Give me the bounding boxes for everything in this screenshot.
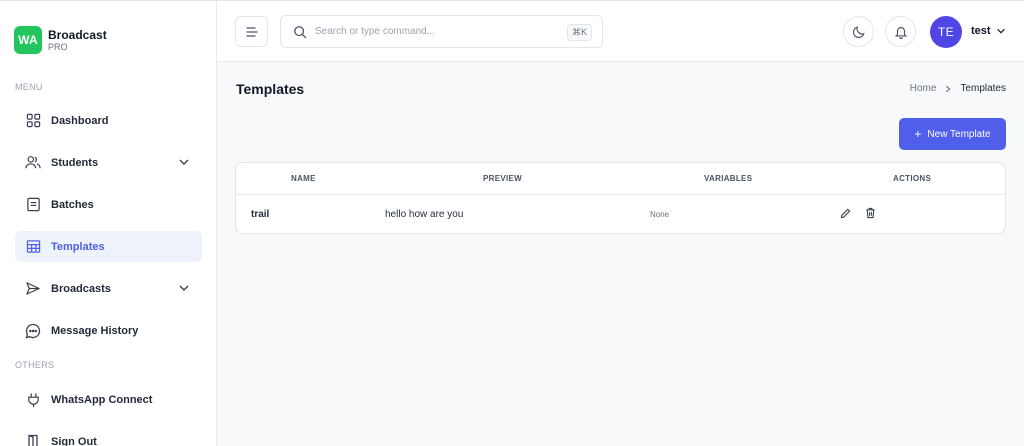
others-section-label: OTHERS (15, 360, 55, 370)
edit-icon[interactable] (839, 207, 851, 219)
search-box[interactable]: ⌘K (280, 15, 603, 48)
theme-toggle-button[interactable] (843, 16, 874, 47)
new-template-button[interactable]: + New Template (899, 118, 1006, 150)
grid-icon (25, 113, 41, 129)
trash-icon[interactable] (864, 207, 876, 219)
plus-icon: + (914, 127, 922, 141)
notifications-button[interactable] (885, 16, 916, 47)
brand-name: Broadcast (48, 27, 107, 42)
users-icon (25, 155, 41, 171)
column-header-preview: PREVIEW (483, 174, 522, 183)
sidebar-item-label: Dashboard (51, 114, 109, 127)
sidebar-item-dashboard[interactable]: Dashboard (15, 105, 202, 136)
search-shortcut-badge: ⌘K (566, 24, 592, 41)
sidebar-item-label: Sign Out (51, 435, 97, 446)
sidebar-item-label: Broadcasts (51, 282, 111, 295)
column-header-variables: VARIABLES (704, 174, 753, 183)
brand[interactable]: WA Broadcast PRO (14, 26, 107, 54)
templates-table: NAME PREVIEW VARIABLES ACTIONS trail hel… (235, 162, 1006, 234)
plug-icon (25, 392, 41, 408)
brand-subtitle: PRO (48, 41, 68, 52)
sidebar-item-label: Templates (51, 240, 105, 253)
chevron-right-icon (944, 85, 952, 93)
chat-bubble-icon (25, 323, 41, 339)
search-input[interactable] (315, 26, 545, 37)
page-title: Templates (236, 81, 305, 97)
breadcrumb-current: Templates (960, 83, 1006, 94)
sidebar-toggle-button[interactable] (235, 16, 268, 47)
sidebar-item-sign-out[interactable]: Sign Out (15, 426, 202, 446)
sidebar-item-label: Batches (51, 198, 94, 211)
sidebar-item-label: Students (51, 156, 99, 169)
menu-section-label: MENU (15, 82, 43, 92)
chevron-down-icon (179, 159, 189, 165)
sidebar-item-message-history[interactable]: Message History (15, 315, 202, 346)
send-icon (25, 281, 41, 297)
breadcrumb-home[interactable]: Home (910, 83, 937, 94)
table-icon (25, 239, 41, 255)
sidebar-item-templates[interactable]: Templates (15, 231, 202, 262)
topbar: ⌘K TE test (217, 0, 1024, 62)
document-icon (25, 197, 41, 213)
user-menu[interactable]: test (971, 25, 1006, 37)
sidebar-item-whatsapp-connect[interactable]: WhatsApp Connect (15, 384, 202, 415)
brand-logo: WA (14, 26, 42, 54)
search-icon (294, 25, 307, 38)
column-header-actions: ACTIONS (893, 174, 932, 183)
column-header-name: NAME (291, 174, 316, 183)
sidebar-item-label: Message History (51, 324, 139, 337)
sidebar: WA Broadcast PRO MENU Dashboard Students… (0, 0, 217, 446)
bell-icon (894, 26, 907, 39)
chevron-down-icon (179, 285, 189, 291)
menu-icon (245, 26, 258, 37)
sidebar-item-students[interactable]: Students (15, 147, 202, 178)
sidebar-item-label: WhatsApp Connect (51, 393, 153, 406)
moon-icon (852, 25, 865, 38)
sidebar-item-broadcasts[interactable]: Broadcasts (15, 273, 202, 304)
chevron-down-icon (996, 28, 1005, 34)
breadcrumb: Home Templates (910, 83, 1006, 94)
template-name-cell: trail (251, 209, 270, 220)
template-preview-cell: hello how are you (385, 209, 464, 220)
template-variables-cell: None (650, 210, 670, 219)
sidebar-item-batches[interactable]: Batches (15, 189, 202, 220)
new-template-label: New Template (927, 128, 991, 140)
avatar[interactable]: TE (930, 16, 962, 48)
header-divider (236, 194, 1005, 195)
username: test (971, 25, 991, 37)
door-icon (25, 434, 41, 446)
